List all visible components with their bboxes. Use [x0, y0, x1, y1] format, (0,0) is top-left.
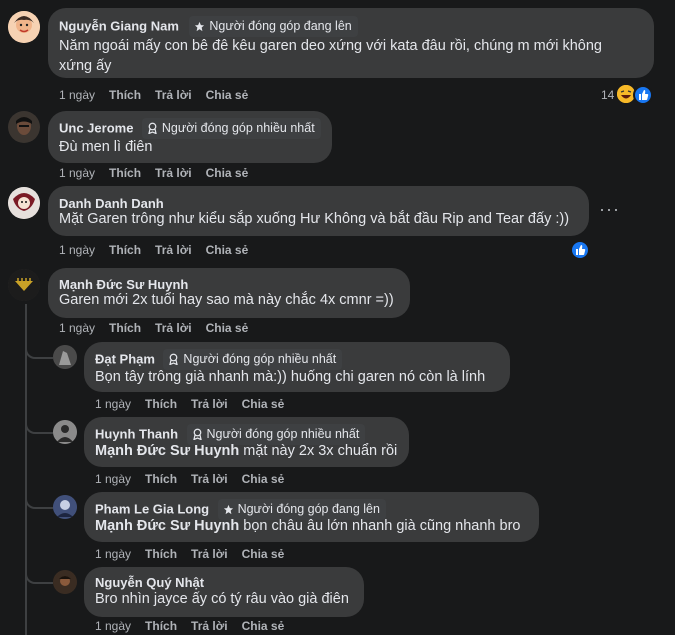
- reply-button[interactable]: Trả lời: [155, 166, 192, 180]
- comment-actions: 1 ngày Thích Trả lời Chia sẻ: [95, 397, 298, 411]
- thread-connector: [25, 566, 53, 584]
- badge-label: Người đóng góp nhiều nhất: [183, 352, 337, 366]
- share-button[interactable]: Chia sẻ: [242, 397, 285, 411]
- comment-text: Mặt Garen trông như kiểu sắp xuống Hư Kh…: [59, 211, 570, 227]
- author-name[interactable]: Unc Jerome: [59, 121, 133, 136]
- more-options-button[interactable]: ···: [599, 199, 620, 220]
- share-button[interactable]: Chia sẻ: [242, 472, 285, 486]
- like-button[interactable]: Thích: [145, 619, 177, 633]
- reply-bubble: Đạt Phạm Người đóng góp nhiều nhất Bọn t…: [84, 342, 510, 392]
- badge-label: Người đóng góp đang lên: [209, 19, 352, 33]
- reply-button[interactable]: Trả lời: [155, 321, 192, 335]
- avatar[interactable]: [53, 345, 77, 369]
- author-name[interactable]: Nguyễn Quý Nhật: [95, 575, 204, 590]
- badge-label: Người đóng góp đang lên: [237, 502, 380, 516]
- like-button[interactable]: Thích: [145, 547, 177, 561]
- reply-button[interactable]: Trả lời: [191, 397, 228, 411]
- like-icon[interactable]: [570, 240, 590, 260]
- avatar[interactable]: [8, 11, 40, 43]
- avatar[interactable]: [53, 570, 77, 594]
- reply-button[interactable]: Trả lời: [191, 547, 228, 561]
- share-button[interactable]: Chia sẻ: [242, 619, 285, 633]
- reply-button[interactable]: Trả lời: [191, 472, 228, 486]
- comment-bubble: Unc Jerome Người đóng góp nhiều nhất Đù …: [48, 111, 332, 163]
- medal-icon: [169, 353, 179, 365]
- share-button[interactable]: Chia sẻ: [242, 547, 285, 561]
- comment-header: Unc Jerome Người đóng góp nhiều nhất: [59, 118, 321, 139]
- thread-connector: [25, 341, 53, 359]
- comment-actions: 1 ngày Thích Trả lời Chia sẻ: [95, 547, 298, 561]
- badge-label: Người đóng góp nhiều nhất: [206, 427, 360, 441]
- like-button[interactable]: Thích: [109, 243, 141, 257]
- medal-icon: [192, 428, 202, 440]
- timestamp[interactable]: 1 ngày: [59, 166, 95, 180]
- comment-bubble: Nguyễn Giang Nam Người đóng góp đang lên…: [48, 8, 654, 78]
- timestamp[interactable]: 1 ngày: [59, 321, 95, 335]
- comment-bubble: Mạnh Đức Sư Huynh Garen mới 2x tuổi hay …: [48, 268, 410, 318]
- timestamp[interactable]: 1 ngày: [95, 472, 131, 486]
- thread-connector: [25, 416, 53, 434]
- timestamp[interactable]: 1 ngày: [95, 397, 131, 411]
- comment-header: Nguyễn Giang Nam Người đóng góp đang lên: [59, 16, 358, 37]
- comment-actions: 1 ngày Thích Trả lời Chia sẻ: [95, 472, 298, 486]
- reply-button[interactable]: Trả lời: [191, 619, 228, 633]
- like-icon[interactable]: [633, 85, 653, 105]
- comment-text-line: xứng ấy: [59, 58, 112, 74]
- reply-bubble: Pham Le Gia Long Người đóng góp đang lên…: [84, 492, 539, 542]
- contributor-badge[interactable]: Người đóng góp nhiều nhất: [141, 118, 321, 139]
- medal-icon: [148, 122, 157, 134]
- star-icon: [195, 21, 205, 31]
- avatar[interactable]: [53, 420, 77, 444]
- reply-button[interactable]: Trả lời: [155, 243, 192, 257]
- avatar[interactable]: [8, 111, 40, 143]
- author-name[interactable]: Huynh Thanh: [95, 427, 178, 442]
- like-button[interactable]: Thích: [109, 88, 141, 102]
- timestamp[interactable]: 1 ngày: [95, 547, 131, 561]
- like-button[interactable]: Thích: [109, 166, 141, 180]
- author-name[interactable]: Nguyễn Giang Nam: [59, 19, 179, 34]
- timestamp[interactable]: 1 ngày: [59, 88, 95, 102]
- comment-text-line: Năm ngoái mấy con bê đê kêu garen deo xứ…: [59, 38, 602, 54]
- author-name[interactable]: Pham Le Gia Long: [95, 502, 209, 517]
- like-button[interactable]: Thích: [145, 397, 177, 411]
- mention-link[interactable]: Mạnh Đức Sư Huynh: [95, 518, 239, 534]
- star-icon: [223, 504, 233, 514]
- comment-body: mặt này 2x 3x chuẩn rồi: [239, 443, 398, 459]
- reply-button[interactable]: Trả lời: [155, 88, 192, 102]
- share-button[interactable]: Chia sẻ: [206, 243, 249, 257]
- avatar[interactable]: [8, 187, 40, 219]
- comment-bubble: Danh Danh Danh Mặt Garen trông như kiểu …: [48, 186, 589, 236]
- reaction-count[interactable]: 14: [601, 88, 614, 102]
- comment-text: Bro nhìn jayce ấy có tý râu vào già điên: [95, 591, 349, 607]
- comment-actions: 1 ngày Thích Trả lời Chia sẻ: [95, 619, 298, 633]
- comment-text: Năm ngoái mấy con bê đê kêu garen deo xứ…: [59, 36, 649, 76]
- timestamp[interactable]: 1 ngày: [59, 243, 95, 257]
- share-button[interactable]: Chia sẻ: [206, 321, 249, 335]
- mention-link[interactable]: Mạnh Đức Sư Huynh: [95, 443, 239, 459]
- contributor-badge[interactable]: Người đóng góp đang lên: [189, 16, 358, 37]
- comment-body: bọn châu âu lớn nhanh già cũng nhanh bro: [239, 518, 521, 534]
- share-button[interactable]: Chia sẻ: [206, 166, 249, 180]
- comment-text: Bọn tây trông già nhanh mà:)) huống chi …: [95, 369, 486, 385]
- comment-actions: 1 ngày Thích Trả lời Chia sẻ: [59, 321, 262, 335]
- comment-actions: 1 ngày Thích Trả lời Chia sẻ: [59, 88, 262, 102]
- comment-text: Đù men lì điên: [59, 139, 153, 155]
- comment-actions: 1 ngày Thích Trả lời Chia sẻ: [59, 166, 262, 180]
- comment-text: Mạnh Đức Sư Huynh bọn châu âu lớn nhanh …: [95, 516, 520, 536]
- like-button[interactable]: Thích: [145, 472, 177, 486]
- comment-actions: 1 ngày Thích Trả lời Chia sẻ: [59, 243, 262, 257]
- reply-bubble: Huynh Thanh Người đóng góp nhiều nhất Mạ…: [84, 417, 409, 467]
- thread-connector: [25, 491, 53, 509]
- comment-text: Mạnh Đức Sư Huynh mặt này 2x 3x chuẩn rồ…: [95, 441, 397, 461]
- author-name[interactable]: Đạt Phạm: [95, 352, 155, 367]
- comment-text: Garen mới 2x tuổi hay sao mà này chắc 4x…: [59, 292, 394, 308]
- reply-bubble: Nguyễn Quý Nhật Bro nhìn jayce ấy có tý …: [84, 567, 364, 617]
- badge-label: Người đóng góp nhiều nhất: [161, 121, 315, 135]
- like-button[interactable]: Thích: [109, 321, 141, 335]
- avatar[interactable]: [53, 495, 77, 519]
- timestamp[interactable]: 1 ngày: [95, 619, 131, 633]
- share-button[interactable]: Chia sẻ: [206, 88, 249, 102]
- avatar[interactable]: [8, 269, 40, 301]
